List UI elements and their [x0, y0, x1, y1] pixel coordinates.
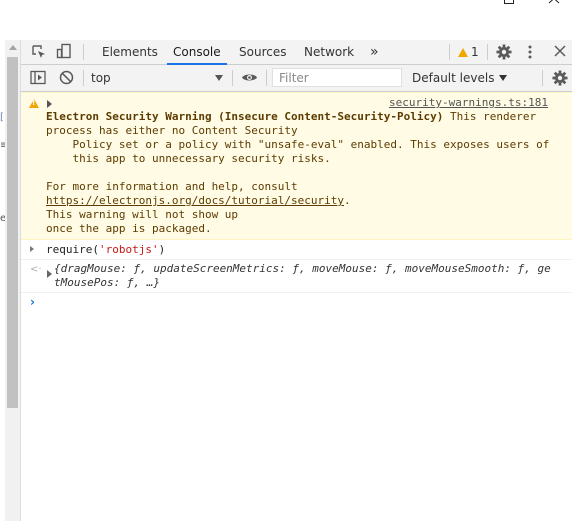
toolbar-divider [266, 70, 267, 86]
toolbar-divider [83, 44, 84, 60]
close-window-button[interactable] [530, 0, 572, 10]
settings-icon[interactable] [496, 44, 512, 60]
console-toolbar: top Default levels [21, 65, 572, 92]
eye-icon[interactable] [241, 72, 258, 83]
result-text: tMousePos: ƒ, …} [54, 276, 160, 289]
toolbar-divider [542, 70, 543, 86]
console-input-row: require('robotjs') [21, 241, 572, 260]
close-icon [548, 0, 560, 4]
toolbar-divider [487, 44, 488, 60]
tab-network[interactable]: Network [304, 40, 354, 64]
expand-arrow-icon[interactable] [47, 100, 52, 108]
device-toolbar-icon[interactable] [56, 43, 72, 60]
console-result-row: <· {dragMouse: ƒ, updateScreenMetrics: ƒ… [21, 260, 572, 293]
console-settings-icon[interactable] [552, 70, 568, 86]
kebab-menu-icon[interactable] [526, 44, 534, 60]
warning-link-line: https://electronjs.org/docs/tutorial/sec… [46, 194, 351, 208]
tab-elements[interactable]: Elements [102, 40, 158, 64]
inspect-element-icon[interactable] [31, 44, 47, 60]
warning-text-line: For more information and help, consult [46, 180, 298, 193]
warning-title: Electron Security Warning (Insecure Cont… [46, 110, 444, 123]
console-prompt-row[interactable]: › [21, 293, 572, 311]
minimize-icon [458, 0, 470, 6]
input-code: require('robotjs') [46, 243, 165, 257]
warning-title-suffix: This renderer [443, 110, 537, 123]
toolbar-divider [449, 44, 450, 60]
clear-console-icon[interactable] [59, 70, 74, 85]
maximize-icon [504, 0, 514, 4]
close-devtools-icon[interactable] [554, 45, 566, 57]
minimize-button[interactable] [440, 0, 486, 10]
scrollbar-thumb[interactable] [7, 57, 18, 408]
warning-icon [458, 48, 468, 57]
warning-icon [29, 99, 39, 108]
vertical-scrollbar[interactable] [5, 40, 21, 521]
console-messages: security-warnings.ts:181 Electron Securi… [21, 92, 572, 521]
expand-object-arrow-icon[interactable] [47, 270, 52, 278]
code-text: ) [158, 243, 166, 256]
warning-text-line: once the app is packaged. [46, 222, 212, 235]
maximize-button[interactable] [485, 0, 531, 10]
log-levels-dropdown[interactable]: Default levels [412, 69, 508, 87]
warning-text-line: process has either no Content Security [46, 124, 298, 137]
source-link[interactable]: security-warnings.ts:181 [389, 96, 548, 109]
warnings-count: 1 [471, 45, 479, 59]
devtools-main-toolbar: Elements Console Sources Network » 1 [21, 40, 572, 65]
link-suffix: . [344, 194, 351, 207]
chevron-down-icon [499, 75, 508, 81]
warning-text-line: Policy set or a policy with "unsafe-eval… [46, 138, 550, 151]
warnings-counter[interactable]: 1 [458, 45, 479, 59]
tab-sources[interactable]: Sources [239, 40, 286, 64]
more-tabs-button[interactable]: » [370, 40, 379, 64]
context-value: top [91, 71, 111, 85]
input-caret-icon [30, 246, 34, 252]
sidebar-toggle-icon[interactable] [30, 70, 46, 85]
toolbar-divider [83, 70, 84, 86]
prompt-chevron-icon: › [30, 295, 35, 309]
warning-message: security-warnings.ts:181 Electron Securi… [21, 92, 572, 240]
code-string: 'robotjs' [98, 243, 159, 256]
tab-console[interactable]: Console [167, 40, 227, 65]
scroll-up-arrow-icon[interactable] [9, 45, 17, 50]
log-levels-label: Default levels [412, 71, 495, 85]
filter-input[interactable] [272, 68, 402, 87]
window-title-bar [0, 0, 572, 10]
devtools-panel: Elements Console Sources Network » 1 top… [21, 40, 572, 521]
toolbar-divider [232, 70, 233, 86]
page-glyph: [ [0, 112, 4, 123]
result-text: {dragMouse: ƒ, updateScreenMetrics: ƒ, m… [54, 262, 551, 275]
security-docs-link[interactable]: https://electronjs.org/docs/tutorial/sec… [46, 194, 344, 207]
code-text: require( [46, 243, 99, 256]
result-caret-icon: <· [30, 264, 42, 275]
warning-title-line: Electron Security Warning (Insecure Cont… [46, 110, 536, 124]
warning-text-line: This warning will not show up [46, 208, 239, 221]
warning-text-line: this app to unnecessary security risks. [46, 152, 331, 165]
chevron-down-icon [215, 75, 223, 81]
context-selector[interactable]: top [91, 69, 223, 87]
